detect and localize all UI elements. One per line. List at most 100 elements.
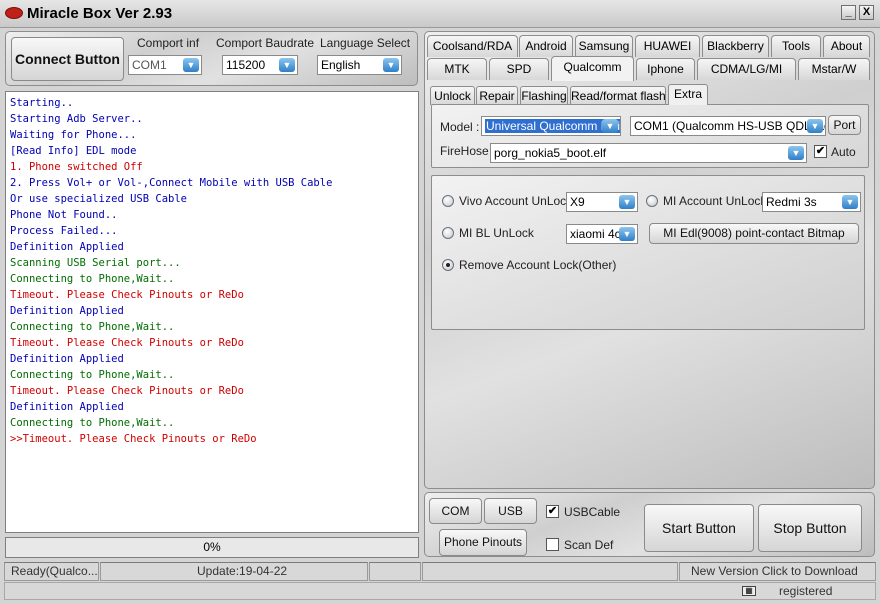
mibl-model-select[interactable]: xiaomi 4c ▼ [566,224,638,244]
progress-bar: 0% [5,537,419,558]
firehose-value: porg_nokia5_boot.elf [494,146,607,160]
keyboard-icon: ▦ [742,586,756,596]
tab-android[interactable]: Android [519,35,573,57]
status-empty-2 [422,562,678,581]
subtab-repair[interactable]: Repair [476,86,518,105]
log-line: Definition Applied [10,353,124,365]
firehose-select[interactable]: porg_nokia5_boot.elf ▼ [490,143,807,163]
log-line: Process Failed... [10,225,118,237]
remove-account-lock-radio[interactable] [442,259,454,271]
tab-mtk[interactable]: MTK [427,58,487,80]
com-scan-button[interactable]: COM Scan [429,498,482,542]
log-line: 2. Press Vol+ or Vol-,Connect Mobile wit… [10,177,333,189]
usbcable-checkbox[interactable]: ✔ [546,505,559,518]
dropdown-arrow-icon: ▼ [842,195,858,209]
tab-mstar-w[interactable]: Mstar/W [798,58,870,80]
registered-label: registered [779,584,833,598]
tab-about[interactable]: About [823,35,870,57]
dropdown-arrow-icon: ▼ [183,58,199,72]
log-line: 1. Phone switched Off [10,161,143,173]
log-output: Starting.. Starting Adb Server.. Waiting f… [5,91,419,533]
subtab-extra[interactable]: Extra [668,84,708,105]
log-line: Or use specialized USB Cable [10,193,188,205]
port-value: COM1 (Qualcomm HS-USB QDLoad [634,119,826,133]
remove-account-lock-label: Remove Account Lock(Other) [459,258,617,272]
log-line: Definition Applied [10,305,124,317]
window-title: Miracle Box Ver 2.93 [27,5,173,22]
log-line: Connecting to Phone,Wait.. [10,273,175,285]
new-version-link[interactable]: New Version Click to Download [679,562,876,581]
connect-button[interactable]: Connect Button [11,37,124,81]
model-select[interactable]: Universal Qualcomm Mei ▼ [481,116,621,136]
tab-tools[interactable]: Tools [771,35,821,57]
mibl-model-value: xiaomi 4c [570,227,621,241]
miracle-logo-icon [5,7,23,19]
auto-checkbox[interactable]: ✔ [814,145,827,158]
tab-blackberry[interactable]: Blackberry [702,35,769,57]
baudrate-label: Comport Baudrate [216,36,315,50]
tab-huawei[interactable]: HUAWEI [635,35,700,57]
minimize-button[interactable]: _ [841,5,856,20]
baudrate-select[interactable]: 115200 ▼ [222,55,298,75]
mi-bl-unlock-radio[interactable] [442,227,454,239]
usb-scan-button[interactable]: USB Scan [484,498,537,542]
connection-panel: Connect Button Comport inf COM1 ▼ Compor… [5,31,418,86]
mi-account-unlock-radio[interactable] [646,195,658,207]
auto-label: Auto [831,145,856,159]
title-bar: Miracle Box Ver 2.93 _ X [0,0,880,28]
dropdown-arrow-icon: ▼ [788,146,804,160]
dropdown-arrow-icon: ▼ [619,195,635,209]
tab-cdma-lg-mi[interactable]: CDMA/LG/MI [697,58,796,80]
scandef-checkbox[interactable] [546,538,559,551]
mi-model-select[interactable]: Redmi 3s ▼ [762,192,861,212]
stop-button[interactable]: Stop Button [758,504,862,552]
dropdown-arrow-icon: ▼ [602,119,618,133]
model-value: Universal Qualcomm Mei [485,119,621,133]
vivo-model-value: X9 [570,195,585,209]
mi-model-value: Redmi 3s [766,195,817,209]
tab-qualcomm[interactable]: Qualcomm [551,56,634,81]
log-line: Starting Adb Server.. [10,113,143,125]
start-button[interactable]: Start Button [644,504,754,552]
progress-text: 0% [203,540,221,554]
bottom-bar: ▦ registered [4,582,876,600]
vivo-unlock-radio[interactable] [442,195,454,207]
subtab-read-format-flash[interactable]: Read/format flash [570,86,666,105]
comport-select[interactable]: COM1 ▼ [128,55,202,75]
tab-samsung[interactable]: Samsung [575,35,633,57]
status-update: Update:19-04-22 [100,562,368,581]
language-label: Language Select [320,36,411,50]
language-value: English [321,58,361,72]
language-select[interactable]: English ▼ [317,55,402,75]
vivo-model-select[interactable]: X9 ▼ [566,192,638,212]
usbcable-label: USBCable [564,505,621,519]
vivo-unlock-label: Vivo Account UnLock [459,194,573,208]
tab-coolsand-rda[interactable]: Coolsand/RDA [427,35,518,57]
dropdown-arrow-icon: ▼ [279,58,295,72]
baudrate-value: 115200 [226,58,266,72]
dropdown-arrow-icon: ▼ [383,58,399,72]
log-line: Phone Not Found.. [10,209,118,221]
comport-value: COM1 [132,58,167,72]
log-line: Definition Applied [10,241,124,253]
subtab-flashing[interactable]: Flashing [520,86,568,105]
log-line: Connecting to Phone,Wait.. [10,369,175,381]
extra-options-box: Vivo Account UnLock X9 ▼ MI Account UnLo… [431,175,865,330]
mi-edl-bitmap-button[interactable]: MI Edl(9008) point-contact Bitmap [649,223,859,244]
tab-iphone[interactable]: Iphone [636,58,695,80]
log-line: Definition Applied [10,401,124,413]
status-empty-1 [369,562,421,581]
mi-account-unlock-label: MI Account UnLock [663,194,767,208]
port-button[interactable]: Port [828,115,861,135]
phone-pinouts-button[interactable]: Phone Pinouts [439,529,527,556]
port-select[interactable]: COM1 (Qualcomm HS-USB QDLoad ▼ [630,116,826,136]
comport-label: Comport inf [137,36,200,50]
log-line: Timeout. Please Check Pinouts or ReDo [10,289,244,301]
tab-spd[interactable]: SPD [489,58,549,80]
log-line: >>Timeout. Please Check Pinouts or ReDo [10,433,257,445]
subtab-unlock[interactable]: Unlock [430,86,475,105]
model-label: Model : [440,120,480,134]
scandef-label: Scan Def [564,538,614,552]
log-line: Timeout. Please Check Pinouts or ReDo [10,385,244,397]
close-button[interactable]: X [859,5,874,20]
